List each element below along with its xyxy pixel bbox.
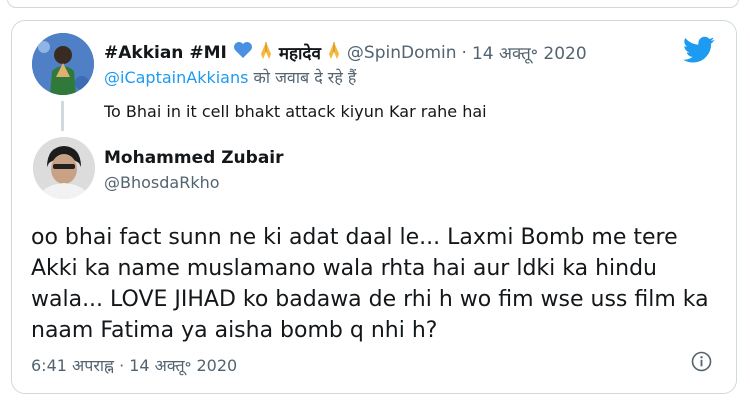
tweet-timestamp[interactable]: 6:41 अपराह्न · 14 अक्तू॰ 2020 — [31, 354, 237, 376]
parent-tweet-text: To Bhai in it cell bhakt attack kiyun Ka… — [104, 102, 487, 121]
parent-handle[interactable]: @SpinDomin — [347, 43, 457, 63]
tweet-time: 6:41 अपराह्न — [31, 356, 114, 375]
parent-author-avatar[interactable] — [32, 33, 94, 95]
replying-to-line: @iCaptainAkkians को जवाब दे रहे हैं — [104, 66, 356, 88]
parent-display-name[interactable]: #Akkian #MI — [104, 43, 227, 63]
previous-card-edge — [7, 0, 739, 8]
author-avatar[interactable] — [33, 137, 95, 199]
parent-display-name-part2[interactable]: महादेव — [279, 41, 321, 64]
separator-dot-2: · — [119, 356, 130, 375]
tweet-date: 14 अक्तू॰ 2020 — [129, 356, 238, 375]
replying-to-mention[interactable]: @iCaptainAkkians — [104, 68, 248, 87]
tweet-text: oo bhai fact sunn ne ki adat daal le... … — [31, 225, 709, 343]
twitter-bird-icon[interactable] — [683, 36, 715, 64]
avatar-image — [32, 33, 94, 95]
thread-connector-line — [61, 101, 64, 131]
info-icon[interactable] — [691, 351, 712, 372]
replying-to-suffix: को जवाब दे रहे हैं — [253, 68, 357, 87]
author-display-name[interactable]: Mohammed Zubair — [104, 148, 284, 168]
parent-tweet-header: #Akkian #MI महादेव @SpinDomin · 14 अक्तू… — [104, 40, 587, 65]
author-handle[interactable]: @BhosdaRkho — [104, 173, 220, 192]
parent-date[interactable]: 14 अक्तू॰ 2020 — [472, 41, 587, 64]
folded-hands-icon — [257, 40, 275, 65]
folded-hands-icon-2 — [325, 40, 343, 65]
avatar-image-2 — [33, 137, 95, 199]
blue-heart-icon — [233, 41, 253, 64]
separator-dot: · — [461, 42, 467, 63]
